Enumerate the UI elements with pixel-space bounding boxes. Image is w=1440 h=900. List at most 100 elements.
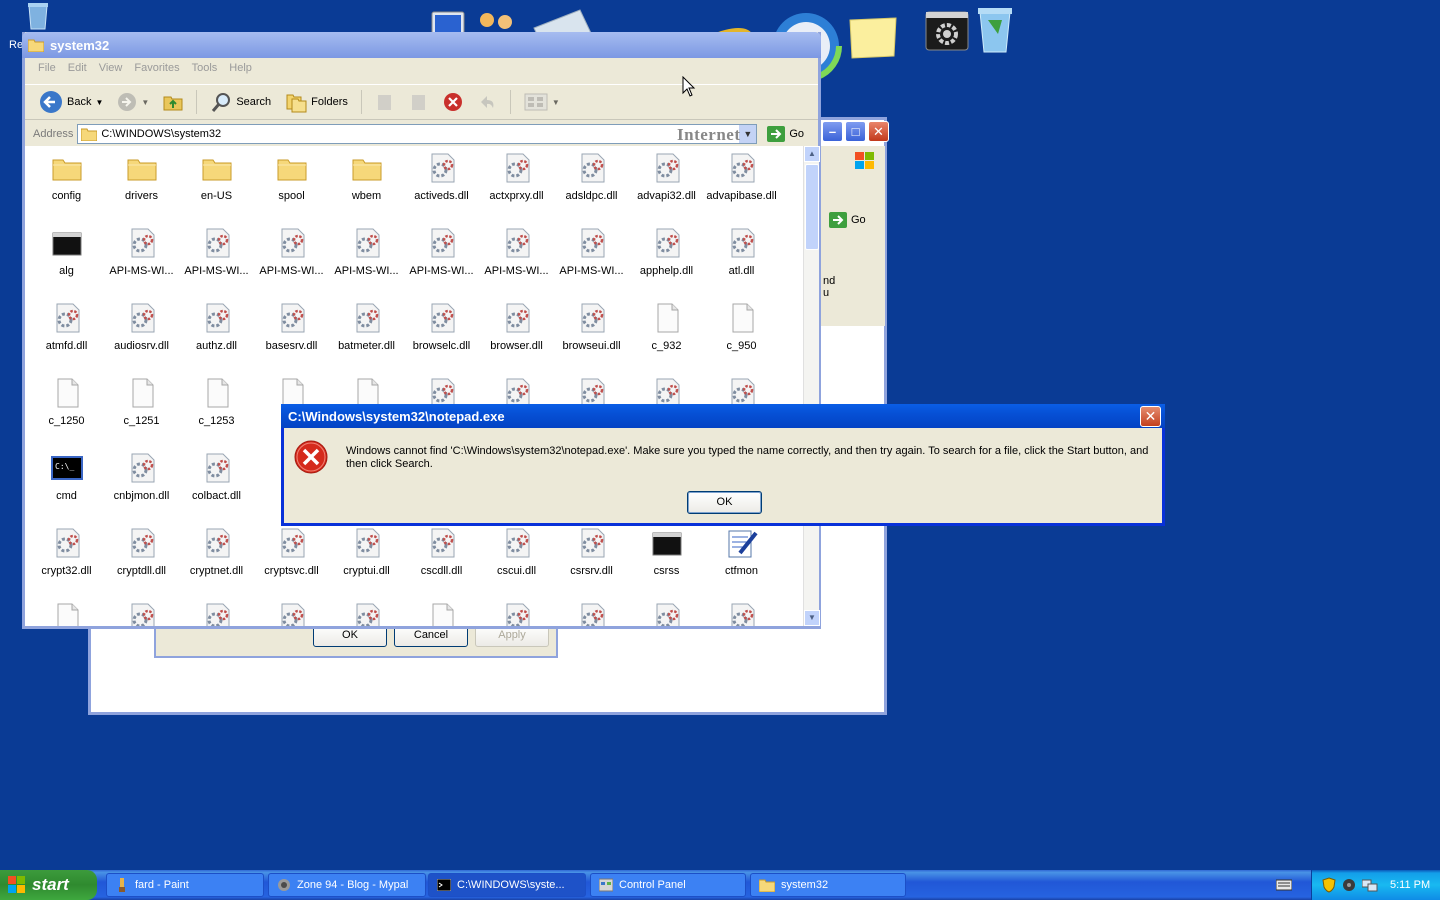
file-item[interactable]: atl.dll	[704, 227, 779, 297]
file-list-view[interactable]: config drivers en-US spool wbem activeds.dll a…	[25, 146, 803, 626]
address-dropdown-icon[interactable]: ▼	[739, 125, 757, 143]
close-button[interactable]: ✕	[1140, 406, 1161, 427]
menu-edit[interactable]: Edit	[65, 60, 96, 80]
forward-dropdown-icon[interactable]: ▼	[141, 98, 149, 107]
file-item[interactable]: cryptnet.dll	[179, 527, 254, 597]
file-item[interactable]	[254, 602, 329, 626]
file-item[interactable]	[29, 602, 104, 626]
file-item[interactable]: colbact.dll	[179, 452, 254, 522]
file-item[interactable]: c_1250	[29, 377, 104, 447]
up-button[interactable]	[159, 88, 187, 116]
file-item[interactable]: actxprxy.dll	[479, 152, 554, 222]
sticky-note-icon[interactable]	[848, 16, 898, 60]
address-input[interactable]: C:\WINDOWS\system32 ▼	[77, 124, 758, 144]
file-item[interactable]	[404, 602, 479, 626]
scroll-down-icon[interactable]: ▼	[804, 610, 820, 626]
scroll-up-icon[interactable]: ▲	[804, 146, 820, 162]
taskbar-item-mypal[interactable]: Zone 94 - Blog - Mypal	[268, 873, 426, 897]
close-button[interactable]: ✕	[868, 121, 889, 142]
file-item[interactable]: apphelp.dll	[629, 227, 704, 297]
taskbar-item-cmd[interactable]: C:\WINDOWS\syste...	[428, 873, 586, 897]
recycle-bin-dock-icon[interactable]	[974, 4, 1016, 54]
error-dialog-titlebar[interactable]: C:\Windows\system32\notepad.exe ✕	[281, 404, 1165, 428]
file-item[interactable]: batmeter.dll	[329, 302, 404, 372]
file-item[interactable]: spool	[254, 152, 329, 222]
taskbar-item-system32[interactable]: system32	[750, 873, 906, 897]
explorer-titlebar[interactable]: system32	[22, 32, 821, 58]
connection-icon[interactable]	[1362, 878, 1378, 892]
back-dropdown-icon[interactable]: ▼	[95, 98, 103, 107]
menu-tools[interactable]: Tools	[189, 60, 227, 80]
go-button[interactable]: Go	[767, 126, 804, 142]
folders-button[interactable]: Folders	[281, 88, 352, 116]
forward-button[interactable]: ▼	[113, 88, 153, 116]
file-item[interactable]: audiosrv.dll	[104, 302, 179, 372]
file-item[interactable]: browser.dll	[479, 302, 554, 372]
recycle-bin-icon[interactable]	[26, 2, 50, 30]
delete-button[interactable]	[439, 88, 467, 116]
file-item[interactable]: API-MS-WI...	[404, 227, 479, 297]
undo-button[interactable]	[473, 88, 501, 116]
maximize-button[interactable]: □	[845, 121, 866, 142]
file-item[interactable]	[704, 602, 779, 626]
menu-help[interactable]: Help	[226, 60, 261, 80]
security-shield-icon[interactable]	[1322, 877, 1336, 893]
file-item[interactable]: adsldpc.dll	[554, 152, 629, 222]
file-item[interactable]: API-MS-WI...	[329, 227, 404, 297]
taskbar-item-control-panel[interactable]: Control Panel	[590, 873, 746, 897]
file-item[interactable]: cnbjmon.dll	[104, 452, 179, 522]
file-item[interactable]: advapibase.dll	[704, 152, 779, 222]
menu-file[interactable]: File	[35, 60, 65, 80]
file-item[interactable]: API-MS-WI...	[254, 227, 329, 297]
ok-button[interactable]: OK	[687, 491, 762, 514]
vertical-scrollbar[interactable]: ▲ ▼	[803, 146, 820, 626]
views-button[interactable]: ▼	[520, 88, 564, 116]
file-item[interactable]	[104, 602, 179, 626]
file-item[interactable]: C:\_ cmd	[29, 452, 104, 522]
minimize-button[interactable]: –	[822, 121, 843, 142]
clock[interactable]: 5:11 PM	[1390, 879, 1430, 891]
file-item[interactable]: atmfd.dll	[29, 302, 104, 372]
menu-view[interactable]: View	[96, 60, 132, 80]
file-item[interactable]: authz.dll	[179, 302, 254, 372]
file-item[interactable]: wbem	[329, 152, 404, 222]
file-item[interactable]: API-MS-WI...	[104, 227, 179, 297]
file-item[interactable]: API-MS-WI...	[479, 227, 554, 297]
file-item[interactable]: ctfmon	[704, 527, 779, 597]
file-item[interactable]: cryptsvc.dll	[254, 527, 329, 597]
file-item[interactable]: c_932	[629, 302, 704, 372]
file-item[interactable]	[329, 602, 404, 626]
file-item[interactable]: browseui.dll	[554, 302, 629, 372]
file-item[interactable]: cscui.dll	[479, 527, 554, 597]
file-item[interactable]: csrsrv.dll	[554, 527, 629, 597]
file-item[interactable]: csrss	[629, 527, 704, 597]
system-settings-icon[interactable]	[924, 10, 970, 52]
move-to-button[interactable]	[371, 88, 399, 116]
file-item[interactable]: cscdll.dll	[404, 527, 479, 597]
file-item[interactable]: API-MS-WI...	[179, 227, 254, 297]
menu-favorites[interactable]: Favorites	[131, 60, 188, 80]
file-item[interactable]	[554, 602, 629, 626]
views-dropdown-icon[interactable]: ▼	[552, 98, 560, 107]
file-item[interactable]: basesrv.dll	[254, 302, 329, 372]
file-item[interactable]: crypt32.dll	[29, 527, 104, 597]
file-item[interactable]	[629, 602, 704, 626]
file-item[interactable]	[179, 602, 254, 626]
file-item[interactable]: API-MS-WI...	[554, 227, 629, 297]
file-item[interactable]: en-US	[179, 152, 254, 222]
file-item[interactable]: activeds.dll	[404, 152, 479, 222]
file-item[interactable]: drivers	[104, 152, 179, 222]
copy-to-button[interactable]	[405, 88, 433, 116]
file-item[interactable]: config	[29, 152, 104, 222]
network-icon[interactable]	[1342, 878, 1356, 892]
start-button[interactable]: start	[0, 870, 97, 900]
keyboard-icon[interactable]	[1276, 878, 1292, 892]
file-item[interactable]: advapi32.dll	[629, 152, 704, 222]
search-button[interactable]: Search	[206, 88, 275, 116]
scroll-thumb[interactable]	[805, 164, 819, 250]
file-item[interactable]	[479, 602, 554, 626]
back-button[interactable]: Back ▼	[35, 88, 107, 116]
file-item[interactable]: c_1251	[104, 377, 179, 447]
taskbar-item-paint[interactable]: fard - Paint	[106, 873, 264, 897]
file-item[interactable]: cryptui.dll	[329, 527, 404, 597]
